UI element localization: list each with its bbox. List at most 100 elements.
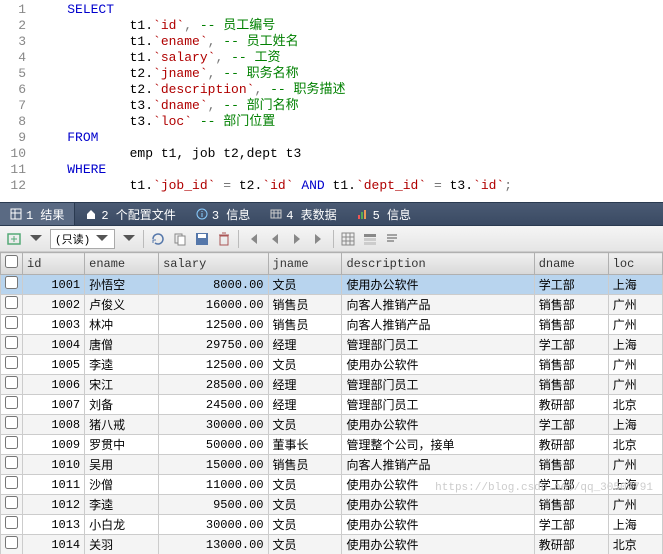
cell-description[interactable]: 管理整个公司，接单 [342,435,534,455]
grid-icon[interactable] [340,231,356,247]
cell-salary[interactable]: 28500.00 [159,375,268,395]
last-icon[interactable] [311,231,327,247]
cell-dname[interactable]: 学工部 [534,415,608,435]
cell-loc[interactable]: 上海 [608,415,662,435]
sql-editor[interactable]: 1 SELECT2 t1.`id`, -- 员工编号3 t1.`ename`, … [0,0,663,202]
cell-dname[interactable]: 销售部 [534,495,608,515]
cell-loc[interactable]: 广州 [608,355,662,375]
export-icon[interactable] [6,231,22,247]
code-line[interactable]: SELECT [36,2,114,18]
code-line[interactable]: t3.`loc` -- 部门位置 [36,114,275,130]
cell-id[interactable]: 1006 [23,375,85,395]
code-line[interactable]: t2.`description`, -- 职务描述 [36,82,345,98]
cell-id[interactable]: 1005 [23,355,85,375]
cell-jname[interactable]: 文员 [268,475,342,495]
cell-description[interactable]: 使用办公软件 [342,535,534,554]
cell-description[interactable]: 使用办公软件 [342,515,534,535]
cell-salary[interactable]: 30000.00 [159,415,268,435]
code-line[interactable]: t1.`ename`, -- 员工姓名 [36,34,299,50]
cell-dname[interactable]: 教研部 [534,535,608,554]
cell-dname[interactable]: 销售部 [534,375,608,395]
cell-description[interactable]: 使用办公软件 [342,495,534,515]
cell-ename[interactable]: 吴用 [85,455,159,475]
col-id[interactable]: id [23,253,85,275]
row-checkbox[interactable] [1,515,23,535]
cell-loc[interactable]: 广州 [608,315,662,335]
cell-loc[interactable]: 上海 [608,275,662,295]
cell-id[interactable]: 1013 [23,515,85,535]
code-line[interactable]: emp t1, job t2,dept t3 [36,146,301,162]
cell-dname[interactable]: 学工部 [534,335,608,355]
cell-salary[interactable]: 9500.00 [159,495,268,515]
cell-ename[interactable]: 孙悟空 [85,275,159,295]
row-checkbox[interactable] [1,395,23,415]
prev-icon[interactable] [267,231,283,247]
cell-dname[interactable]: 学工部 [534,275,608,295]
cell-description[interactable]: 使用办公软件 [342,415,534,435]
cell-loc[interactable]: 上海 [608,515,662,535]
cell-ename[interactable]: 李逵 [85,495,159,515]
tab-2个配置文件[interactable]: 2 个配置文件 [75,203,185,225]
col-ename[interactable]: ename [85,253,159,275]
table-row[interactable]: 1014关羽13000.00文员使用办公软件教研部北京 [1,535,663,554]
cell-id[interactable]: 1014 [23,535,85,554]
cell-jname[interactable]: 经理 [268,395,342,415]
cell-loc[interactable]: 广州 [608,495,662,515]
cell-jname[interactable]: 文员 [268,515,342,535]
row-checkbox[interactable] [1,375,23,395]
table-row[interactable]: 1005李逵12500.00文员使用办公软件销售部广州 [1,355,663,375]
form-icon[interactable] [362,231,378,247]
cell-salary[interactable]: 15000.00 [159,455,268,475]
cell-jname[interactable]: 销售员 [268,315,342,335]
table-row[interactable]: 1006宋江28500.00经理管理部门员工销售部广州 [1,375,663,395]
cell-dname[interactable]: 销售部 [534,315,608,335]
row-checkbox[interactable] [1,275,23,295]
cell-id[interactable]: 1012 [23,495,85,515]
delete-icon[interactable] [216,231,232,247]
cell-ename[interactable]: 罗贯中 [85,435,159,455]
cell-dname[interactable]: 学工部 [534,475,608,495]
cell-id[interactable]: 1004 [23,335,85,355]
code-line[interactable]: WHERE [36,162,106,178]
col-jname[interactable]: jname [268,253,342,275]
table-row[interactable]: 1011沙僧11000.00文员使用办公软件学工部上海 [1,475,663,495]
cell-loc[interactable]: 北京 [608,535,662,554]
row-checkbox[interactable] [1,455,23,475]
cell-jname[interactable]: 文员 [268,355,342,375]
cell-loc[interactable]: 北京 [608,395,662,415]
row-checkbox[interactable] [1,295,23,315]
cell-dname[interactable]: 销售部 [534,355,608,375]
save-icon[interactable] [194,231,210,247]
cell-id[interactable]: 1001 [23,275,85,295]
copy-icon[interactable] [172,231,188,247]
cell-jname[interactable]: 董事长 [268,435,342,455]
cell-description[interactable]: 使用办公软件 [342,475,534,495]
cell-ename[interactable]: 小白龙 [85,515,159,535]
cell-ename[interactable]: 卢俊义 [85,295,159,315]
dropdown-icon[interactable] [121,231,137,247]
cell-loc[interactable]: 广州 [608,375,662,395]
tab-3信息[interactable]: 3 信息 [186,203,260,225]
table-row[interactable]: 1007刘备24500.00经理管理部门员工教研部北京 [1,395,663,415]
checkbox-header[interactable] [1,253,23,275]
cell-description[interactable]: 向客人推销产品 [342,295,534,315]
cell-jname[interactable]: 经理 [268,375,342,395]
cell-dname[interactable]: 学工部 [534,515,608,535]
next-icon[interactable] [289,231,305,247]
table-row[interactable]: 1013小白龙30000.00文员使用办公软件学工部上海 [1,515,663,535]
cell-ename[interactable]: 沙僧 [85,475,159,495]
cell-description[interactable]: 向客人推销产品 [342,315,534,335]
first-icon[interactable] [245,231,261,247]
refresh-icon[interactable] [150,231,166,247]
cell-salary[interactable]: 12500.00 [159,355,268,375]
cell-loc[interactable]: 北京 [608,435,662,455]
cell-dname[interactable]: 教研部 [534,435,608,455]
table-row[interactable]: 1008猪八戒30000.00文员使用办公软件学工部上海 [1,415,663,435]
cell-description[interactable]: 管理部门员工 [342,335,534,355]
cell-id[interactable]: 1002 [23,295,85,315]
cell-id[interactable]: 1010 [23,455,85,475]
cell-dname[interactable]: 销售部 [534,295,608,315]
table-row[interactable]: 1002卢俊义16000.00销售员向客人推销产品销售部广州 [1,295,663,315]
cell-salary[interactable]: 29750.00 [159,335,268,355]
cell-loc[interactable]: 上海 [608,335,662,355]
